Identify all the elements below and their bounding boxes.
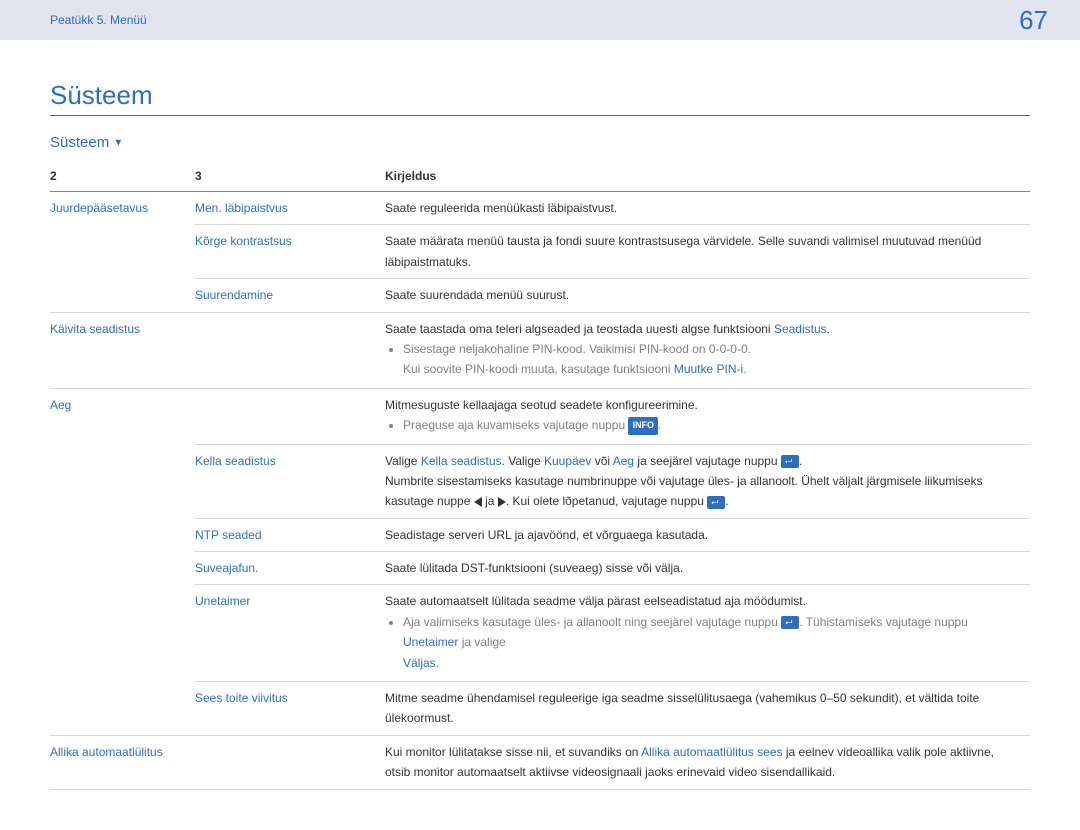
- settings-table: 2 3 Kirjeldus Juurdepääsetavus Men. läbi…: [50, 161, 1030, 790]
- table-row: Kõrge kontrastsus Saate määrata menüü ta…: [50, 225, 1030, 279]
- list-item: Aja valimiseks kasutage üles- ja allanoo…: [403, 612, 1022, 673]
- chevron-down-icon: ▼: [113, 138, 123, 149]
- enter-icon: [781, 616, 799, 629]
- row-label: Kõrge kontrastsus: [195, 234, 292, 248]
- table-row: Suurendamine Saate suurendada menüü suur…: [50, 279, 1030, 312]
- table-row: Allika automaatlülitus Kui monitor lülit…: [50, 735, 1030, 789]
- row-desc: Kui monitor lülitatakse sisse nii, et su…: [385, 735, 1030, 789]
- content-area: Süsteem Süsteem ▼ 2 3 Kirjeldus Juurdepä…: [0, 40, 1080, 830]
- table-row: Suveajafun. Saate lülitada DST-funktsioo…: [50, 552, 1030, 585]
- title-rule: [50, 115, 1030, 116]
- bullet-list: Aja valimiseks kasutage üles- ja allanoo…: [385, 612, 1022, 673]
- row-desc: Mitme seadme ühendamisel reguleerige iga…: [385, 682, 1030, 736]
- col-header-3: 3: [195, 161, 385, 192]
- table-row: Unetaimer Saate automaatselt lülitada se…: [50, 585, 1030, 682]
- table-header-row: 2 3 Kirjeldus: [50, 161, 1030, 192]
- row-label: Kella seadistus: [195, 454, 276, 468]
- table-row: Käivita seadistus Saate taastada oma tel…: [50, 312, 1030, 388]
- page-title: Süsteem: [50, 80, 1030, 111]
- row-desc: Saate automaatselt lülitada seadme välja…: [385, 585, 1030, 682]
- row-desc: Valige Kella seadistus. Valige Kuupäev v…: [385, 444, 1030, 518]
- page-number: 67: [1019, 5, 1048, 36]
- table-row: Sees toite viivitus Mitme seadme ühendam…: [50, 682, 1030, 736]
- row-label: Unetaimer: [195, 594, 250, 608]
- section-heading: Süsteem ▼: [50, 134, 1030, 151]
- table-row: NTP seaded Seadistage serveri URL ja aja…: [50, 518, 1030, 551]
- row-label: Allika automaatlülitus: [50, 745, 163, 759]
- col-header-desc: Kirjeldus: [385, 161, 1030, 192]
- bullet-list: Praeguse aja kuvamiseks vajutage nuppu I…: [385, 415, 1022, 435]
- table-row: Aeg Mitmesuguste kellaajaga seotud seade…: [50, 388, 1030, 444]
- row-label: Juurdepääsetavus: [50, 201, 148, 215]
- col-header-2: 2: [50, 161, 195, 192]
- row-label: Käivita seadistus: [50, 322, 140, 336]
- table-row: Kella seadistus Valige Kella seadistus. …: [50, 444, 1030, 518]
- triangle-right-icon: [498, 497, 506, 507]
- row-label: Men. läbipaistvus: [195, 201, 288, 215]
- row-label: Aeg: [50, 398, 71, 412]
- section-name: Süsteem: [50, 134, 109, 151]
- row-desc: Mitmesuguste kellaajaga seotud seadete k…: [385, 388, 1030, 444]
- row-desc: Seadistage serveri URL ja ajavöönd, et v…: [385, 518, 1030, 551]
- row-label: Sees toite viivitus: [195, 691, 288, 705]
- bullet-list: Sisestage neljakohaline PIN-kood. Vaikim…: [385, 339, 1022, 380]
- row-desc: Saate taastada oma teleri algseaded ja t…: [385, 312, 1030, 388]
- list-item: Sisestage neljakohaline PIN-kood. Vaikim…: [403, 339, 1022, 380]
- list-item: Praeguse aja kuvamiseks vajutage nuppu I…: [403, 415, 1022, 435]
- info-badge-icon: INFO: [628, 417, 658, 434]
- row-desc: Saate määrata menüü tausta ja fondi suur…: [385, 225, 1030, 279]
- row-desc: Saate reguleerida menüükasti läbipaistvu…: [385, 192, 1030, 225]
- table-row: Juurdepääsetavus Men. läbipaistvus Saate…: [50, 192, 1030, 225]
- row-label: NTP seaded: [195, 528, 262, 542]
- enter-icon: [707, 496, 725, 509]
- enter-icon: [781, 455, 799, 468]
- row-desc: Saate lülitada DST-funktsiooni (suveaeg)…: [385, 552, 1030, 585]
- page-header: Peatükk 5. Menüü 67: [0, 0, 1080, 40]
- row-desc: Saate suurendada menüü suurust.: [385, 279, 1030, 312]
- row-label: Suveajafun.: [195, 561, 258, 575]
- row-label: Suurendamine: [195, 288, 273, 302]
- breadcrumb: Peatükk 5. Menüü: [50, 13, 147, 27]
- triangle-left-icon: [474, 497, 482, 507]
